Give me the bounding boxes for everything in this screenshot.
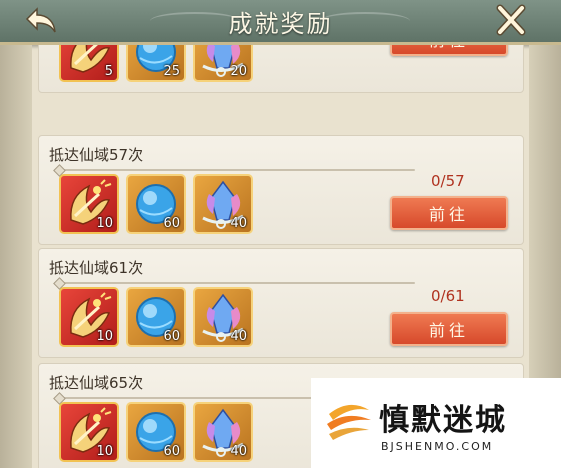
progress-bar [57,169,415,171]
reward-item[interactable]: 40 [193,287,253,347]
progress-count: 0/61 [431,287,465,305]
watermark: 慎默迷城 BJSHENMO.COM [311,378,561,468]
reward-quantity: 40 [230,329,247,344]
reward-item[interactable]: 20 [193,45,253,82]
achievement-name: 抵达仙域65次 [49,374,144,392]
close-button[interactable] [490,2,532,38]
page-title: 成就奖励 [228,10,333,38]
reward-quantity: 40 [230,444,247,459]
reward-item[interactable]: 25 [126,45,186,82]
reward-item[interactable]: 40 [193,402,253,462]
achievement-name: 抵达仙域61次 [49,259,144,277]
reward-quantity: 60 [163,444,180,459]
progress-bar [57,282,415,284]
achievement-name: 抵达仙域57次 [49,146,144,164]
reward-quantity: 40 [230,216,247,231]
watermark-url: BJSHENMO.COM [381,440,494,453]
watermark-text: 慎默迷城 [379,403,507,438]
close-icon [496,4,526,36]
achievement-card: 抵达仙域57次 0/57 10 60 40 前往 [38,135,524,245]
progress-count: 0/57 [431,172,465,190]
reward-item[interactable]: 10 [59,402,119,462]
reward-quantity: 25 [163,64,180,79]
reward-quantity: 20 [230,64,247,79]
reward-item[interactable]: 10 [59,287,119,347]
achievement-card: 5 25 20 前往 [38,45,524,93]
left-decor-panel [0,45,32,468]
goto-button[interactable]: 前往 [390,45,508,56]
reward-item[interactable]: 60 [126,174,186,234]
reward-quantity: 60 [163,329,180,344]
reward-quantity: 5 [104,64,113,79]
reward-item[interactable]: 40 [193,174,253,234]
header-bar: 成就奖励 [0,0,561,45]
reward-quantity: 10 [96,329,113,344]
reward-quantity: 10 [96,444,113,459]
goto-button[interactable]: 前往 [390,312,508,346]
achievement-card: 抵达仙域61次 0/61 10 60 40 前往 [38,248,524,358]
reward-item[interactable]: 5 [59,45,119,82]
reward-quantity: 60 [163,216,180,231]
reward-quantity: 10 [96,216,113,231]
watermark-logo-icon [327,404,371,440]
reward-item[interactable]: 60 [126,287,186,347]
reward-item[interactable]: 10 [59,174,119,234]
reward-item[interactable]: 60 [126,402,186,462]
goto-button[interactable]: 前往 [390,196,508,230]
